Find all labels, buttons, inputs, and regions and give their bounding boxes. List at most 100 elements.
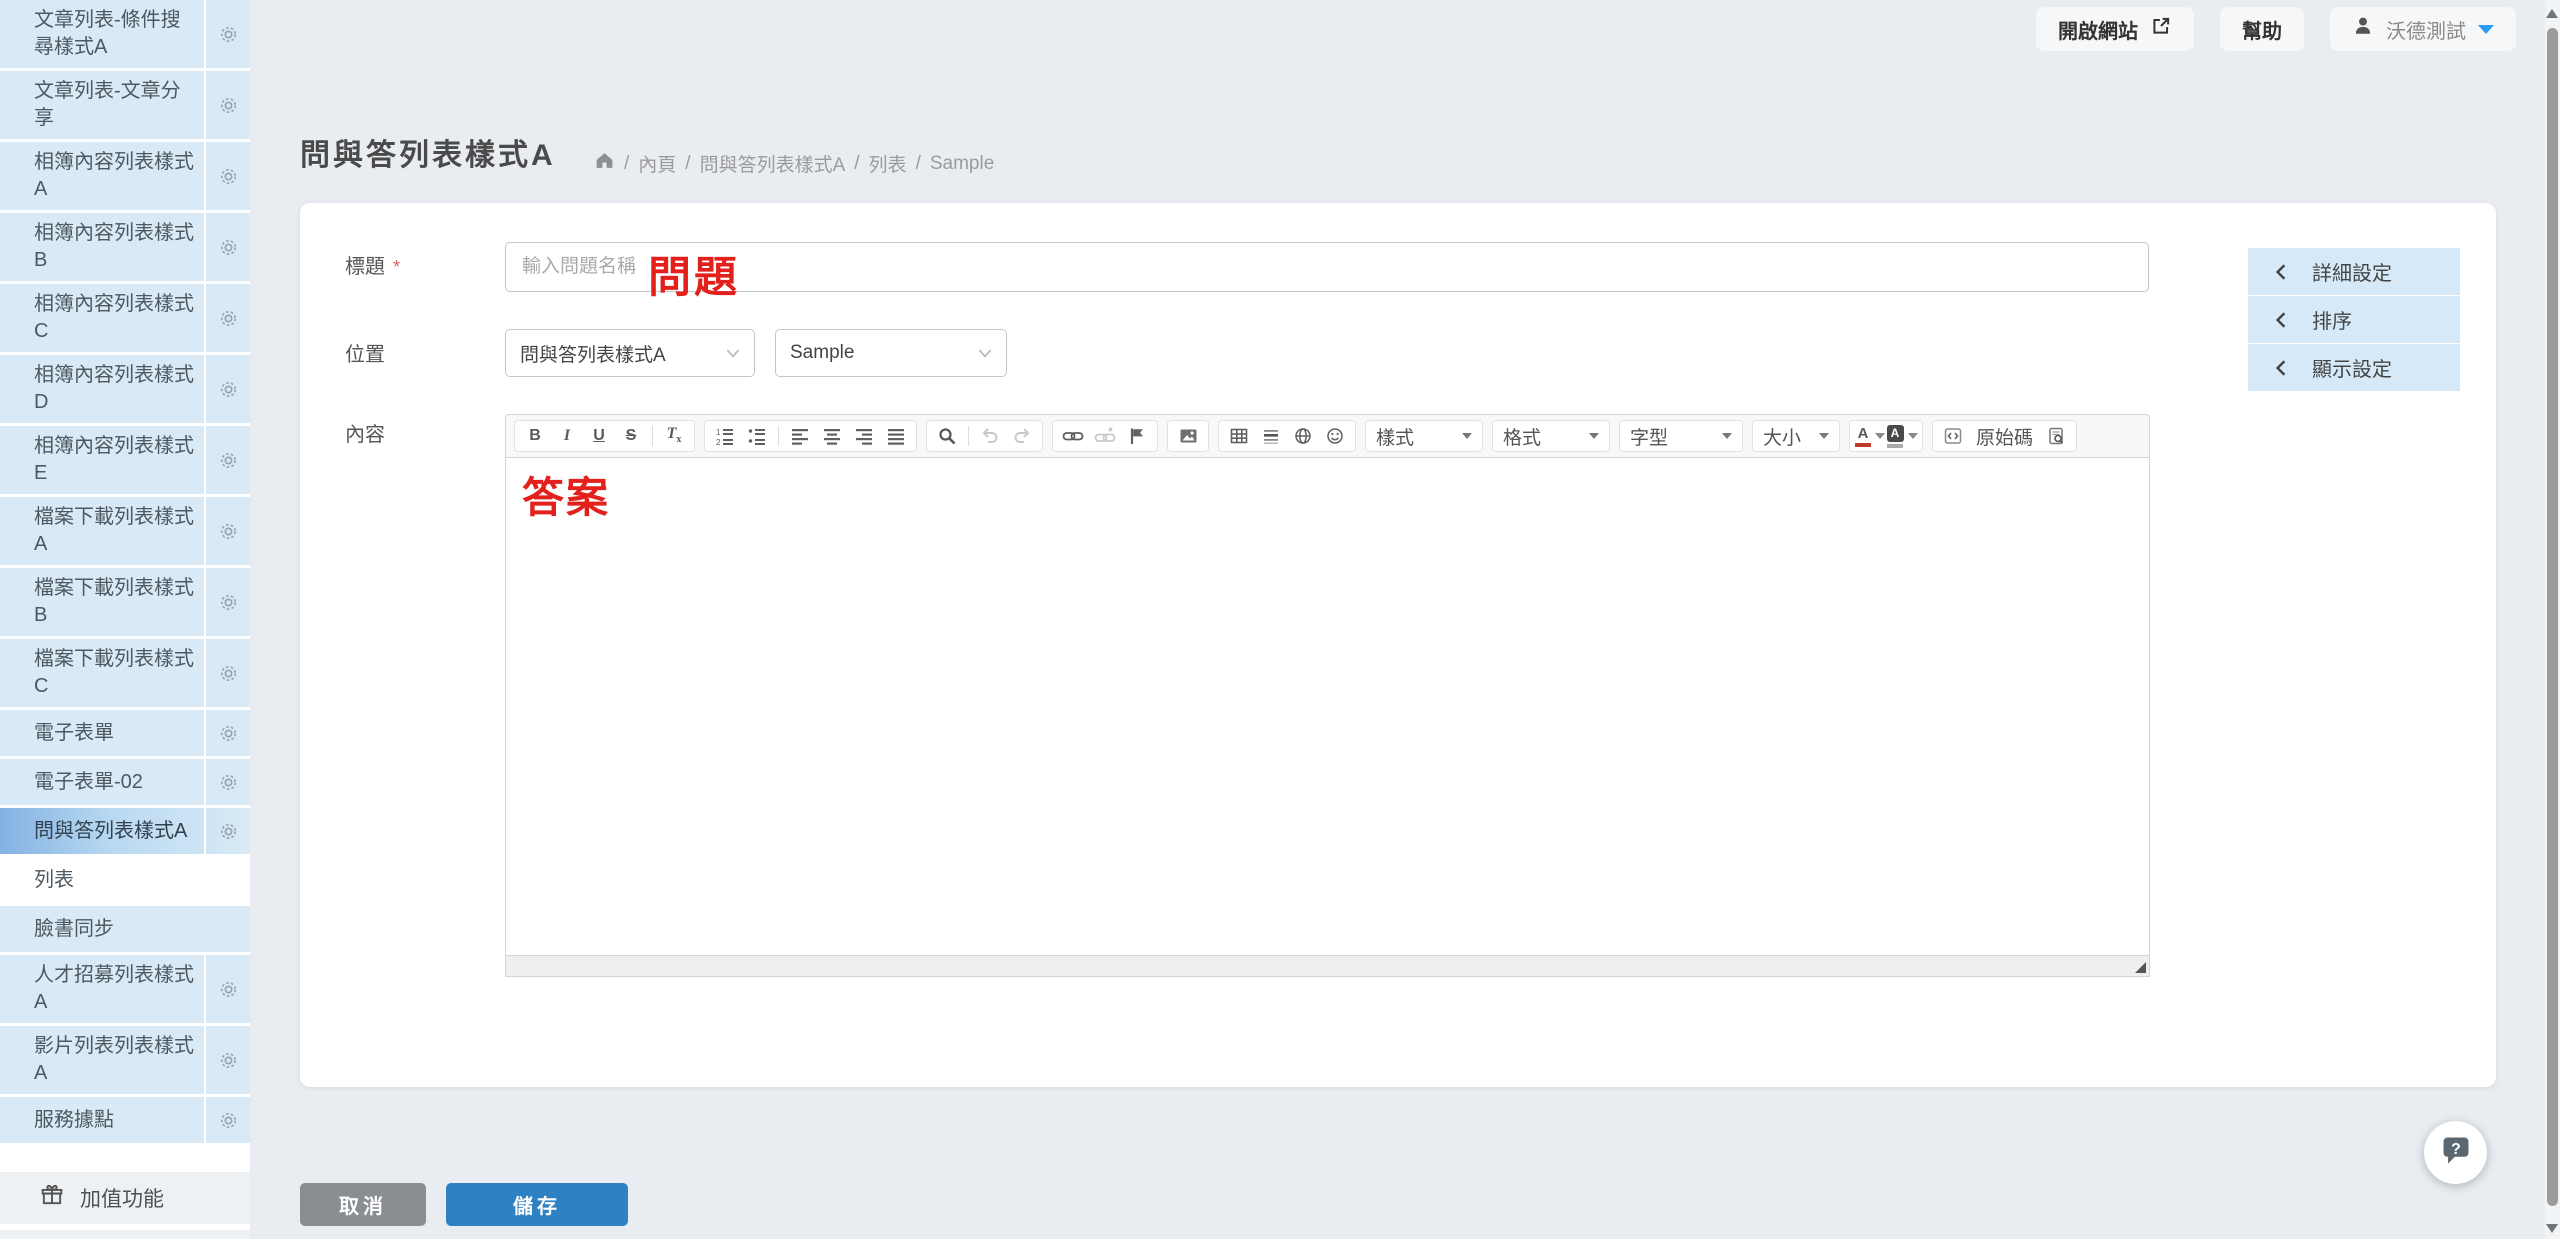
sidebar-item-label: 文章列表-條件搜尋樣式A xyxy=(34,7,200,61)
gear-icon[interactable] xyxy=(204,213,250,281)
help-fab-button[interactable]: ? xyxy=(2424,1121,2487,1184)
gear-icon[interactable] xyxy=(204,1026,250,1094)
sidebar-item[interactable]: 問與答列表樣式A xyxy=(0,808,250,854)
link-icon[interactable] xyxy=(1058,423,1088,449)
sidebar-item[interactable]: 列表 xyxy=(0,857,250,903)
source-label[interactable]: 原始碼 xyxy=(1976,423,2033,450)
gear-icon[interactable] xyxy=(204,955,250,1023)
gear-icon[interactable] xyxy=(204,639,250,707)
help-button[interactable]: 幫助 xyxy=(2220,7,2304,51)
detail-settings-button[interactable]: 詳細設定 xyxy=(2248,248,2460,295)
gear-icon[interactable] xyxy=(204,284,250,352)
chevron-down-icon xyxy=(1589,433,1599,439)
toolbar-group xyxy=(926,420,1043,452)
sidebar-item[interactable]: 檔案下載列表樣式C xyxy=(0,639,250,707)
anchor-icon[interactable] xyxy=(1122,423,1152,449)
svg-text:?: ? xyxy=(2451,1141,2461,1158)
home-icon[interactable] xyxy=(594,150,615,177)
gear-icon[interactable] xyxy=(204,142,250,210)
sidebar-item[interactable]: 人才招募列表樣式A xyxy=(0,955,250,1023)
sort-button[interactable]: 排序 xyxy=(2248,296,2460,343)
editor-bottom-bar xyxy=(505,956,2150,977)
gear-icon[interactable] xyxy=(204,568,250,636)
gear-icon[interactable] xyxy=(204,355,250,423)
sidebar-item[interactable]: 電子表單 xyxy=(0,710,250,756)
gear-icon[interactable] xyxy=(204,808,250,854)
align-right-icon[interactable] xyxy=(849,423,879,449)
sidebar-item[interactable]: 臉書同步 xyxy=(0,906,250,952)
external-link-icon xyxy=(2150,15,2172,43)
italic-icon[interactable]: I xyxy=(552,423,582,449)
breadcrumb-item[interactable]: 列表 xyxy=(869,150,907,177)
sidebar-item[interactable]: 服務據點 xyxy=(0,1097,250,1143)
sidebar-item[interactable]: 電子表單-02 xyxy=(0,759,250,805)
sidebar-item[interactable]: 相簿內容列表樣式E xyxy=(0,426,250,494)
breadcrumb-item[interactable]: 內頁 xyxy=(638,150,676,177)
scroll-down-arrow[interactable] xyxy=(2546,1224,2558,1233)
breadcrumb-separator: / xyxy=(916,153,921,175)
image-icon[interactable] xyxy=(1173,423,1203,449)
preview-icon[interactable] xyxy=(2041,423,2071,449)
underline-icon[interactable]: U xyxy=(584,423,614,449)
sidebar-item[interactable]: 文章列表-條件搜尋樣式A xyxy=(0,0,250,68)
sidebar-item[interactable]: 影片列表列表樣式A xyxy=(0,1026,250,1094)
source-icon[interactable] xyxy=(1938,423,1968,449)
smiley-icon[interactable] xyxy=(1320,423,1350,449)
align-left-icon[interactable] xyxy=(785,423,815,449)
size-combo[interactable]: 大小 xyxy=(1752,420,1840,452)
bg-color-icon[interactable]: A xyxy=(1887,423,1917,449)
scroll-up-arrow[interactable] xyxy=(2546,9,2558,18)
sidebar-item-label: 檔案下載列表樣式A xyxy=(34,504,200,558)
breadcrumb-item[interactable]: 問與答列表樣式A xyxy=(700,150,846,177)
sidebar-item-addons[interactable]: 加值功能 xyxy=(0,1172,250,1224)
top-bar: 開啟網站 幫助 沃德測試 xyxy=(2036,6,2516,52)
save-button[interactable]: 儲存 xyxy=(446,1183,628,1226)
display-settings-button[interactable]: 顯示設定 xyxy=(2248,344,2460,391)
annotation-answer: 答案 xyxy=(522,464,610,525)
sidebar-item[interactable]: 文章列表-文章分享 xyxy=(0,71,250,139)
user-menu[interactable]: 沃德測試 xyxy=(2330,7,2516,51)
bulleted-list-icon[interactable] xyxy=(742,423,772,449)
gear-icon[interactable] xyxy=(204,1097,250,1143)
cancel-button[interactable]: 取消 xyxy=(300,1183,426,1226)
sidebar-item[interactable]: 相簿內容列表樣式D xyxy=(0,355,250,423)
location-page-select[interactable]: Sample xyxy=(775,329,1007,377)
strikethrough-icon[interactable]: S xyxy=(616,423,646,449)
sidebar-item[interactable]: 相簿內容列表樣式A xyxy=(0,142,250,210)
sidebar-item-site-settings[interactable]: 全站設定 xyxy=(0,1230,250,1239)
gear-icon[interactable] xyxy=(204,0,250,68)
user-icon xyxy=(2352,15,2374,43)
align-justify-icon[interactable] xyxy=(881,423,911,449)
sidebar-item[interactable]: 相簿內容列表樣式B xyxy=(0,213,250,281)
location-style-select[interactable]: 問與答列表樣式A xyxy=(505,329,755,377)
numbered-list-icon[interactable]: 12 xyxy=(710,423,740,449)
open-site-button[interactable]: 開啟網站 xyxy=(2036,7,2194,51)
format-combo[interactable]: 格式 xyxy=(1492,420,1610,452)
sidebar-item-label: 人才招募列表樣式A xyxy=(34,962,200,1016)
iframe-icon[interactable] xyxy=(1288,423,1318,449)
editor-content[interactable]: 答案 xyxy=(505,458,2150,956)
gear-icon[interactable] xyxy=(204,759,250,805)
title-input[interactable] xyxy=(505,242,2149,292)
horizontal-rule-icon[interactable] xyxy=(1256,423,1286,449)
location-page-value: Sample xyxy=(790,342,854,364)
scrollbar-thumb[interactable] xyxy=(2547,28,2558,1206)
sidebar-item[interactable]: 檔案下載列表樣式B xyxy=(0,568,250,636)
sidebar-item[interactable]: 相簿內容列表樣式C xyxy=(0,284,250,352)
gear-icon[interactable] xyxy=(204,71,250,139)
resize-grip-icon[interactable] xyxy=(2135,962,2146,973)
gear-icon[interactable] xyxy=(204,710,250,756)
sidebar-item-label: 相簿內容列表樣式D xyxy=(34,362,200,416)
gear-icon[interactable] xyxy=(204,426,250,494)
remove-format-icon[interactable]: Tx xyxy=(659,423,689,449)
find-icon[interactable] xyxy=(932,423,962,449)
style-combo[interactable]: 樣式 xyxy=(1365,420,1483,452)
bold-icon[interactable]: B xyxy=(520,423,550,449)
table-icon[interactable] xyxy=(1224,423,1254,449)
gear-icon[interactable] xyxy=(204,497,250,565)
text-color-icon[interactable]: A xyxy=(1855,423,1885,449)
align-center-icon[interactable] xyxy=(817,423,847,449)
sidebar-item[interactable]: 檔案下載列表樣式A xyxy=(0,497,250,565)
font-combo[interactable]: 字型 xyxy=(1619,420,1743,452)
breadcrumb-separator: / xyxy=(685,153,690,175)
